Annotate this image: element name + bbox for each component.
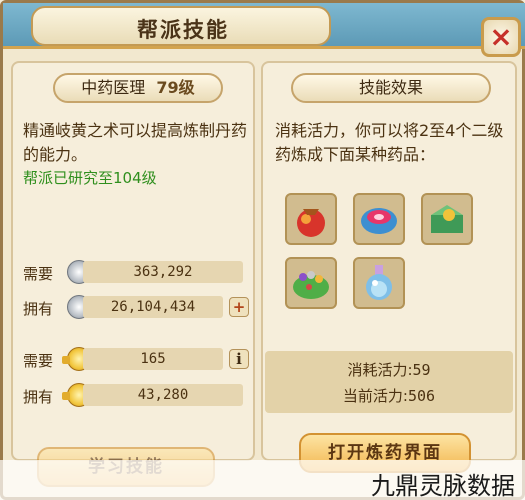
- vitality-stats: 消耗活力:59 当前活力:506: [265, 351, 513, 413]
- title-scroll: 帮派技能: [31, 6, 331, 46]
- skill-level: 79级: [156, 78, 195, 97]
- required-gold-value: 165: [83, 348, 223, 370]
- owned-silver-value: 26,104,434: [83, 296, 223, 318]
- pouch-medicine-icon[interactable]: [285, 193, 337, 245]
- crystal-bowl-icon[interactable]: [353, 193, 405, 245]
- info-button[interactable]: i: [229, 349, 249, 369]
- skill-info-panel: 中药医理 79级 精通岐黄之术可以提高炼制丹药的能力。 帮派已研究至104级 需…: [11, 61, 255, 461]
- skill-name-pill: 中药医理 79级: [53, 73, 223, 103]
- title-bar: 帮派技能: [3, 3, 525, 49]
- skill-effect-panel: 技能效果 消耗活力，你可以将2至4个二级药炼成下面某种药品： 消耗活力:59 当…: [261, 61, 517, 461]
- jade-box-icon[interactable]: [421, 193, 473, 245]
- pearl-leaf-icon[interactable]: [285, 257, 337, 309]
- effect-description: 消耗活力，你可以将2至4个二级药炼成下面某种药品：: [275, 121, 504, 164]
- resource-label: 拥有: [23, 300, 54, 318]
- vitality-current: 当前活力:506: [265, 385, 513, 406]
- research-status: 帮派已研究至104级: [23, 169, 157, 187]
- close-button[interactable]: ×: [481, 17, 521, 57]
- vitality-cost-value: 59: [412, 361, 431, 379]
- vitality-current-label: 当前活力:: [342, 387, 408, 405]
- watermark-band: 九鼎灵脉数据: [0, 460, 525, 500]
- add-silver-button[interactable]: +: [229, 297, 249, 317]
- window-title: 帮派技能: [137, 18, 229, 42]
- resource-label: 需要: [23, 265, 54, 283]
- vitality-cost-label: 消耗活力:: [347, 361, 413, 379]
- watermark: 九鼎灵脉数据: [371, 472, 515, 500]
- resource-label: 需要: [23, 352, 54, 370]
- potion-bottle-icon[interactable]: [353, 257, 405, 309]
- effect-heading: 技能效果: [291, 73, 491, 103]
- skill-name: 中药医理: [81, 78, 146, 97]
- vitality-current-value: 506: [407, 387, 436, 405]
- owned-gold-value: 43,280: [83, 384, 243, 406]
- vitality-cost: 消耗活力:59: [265, 359, 513, 380]
- resource-label: 拥有: [23, 388, 54, 406]
- guild-skill-window: 帮派技能 × 中药医理 79级 精通岐黄之术可以提高炼制丹药的能力。 帮派已研究…: [0, 0, 525, 500]
- required-silver-value: 363,292: [83, 261, 243, 283]
- skill-description: 精通岐黄之术可以提高炼制丹药的能力。: [23, 121, 248, 164]
- close-icon: ×: [489, 20, 513, 53]
